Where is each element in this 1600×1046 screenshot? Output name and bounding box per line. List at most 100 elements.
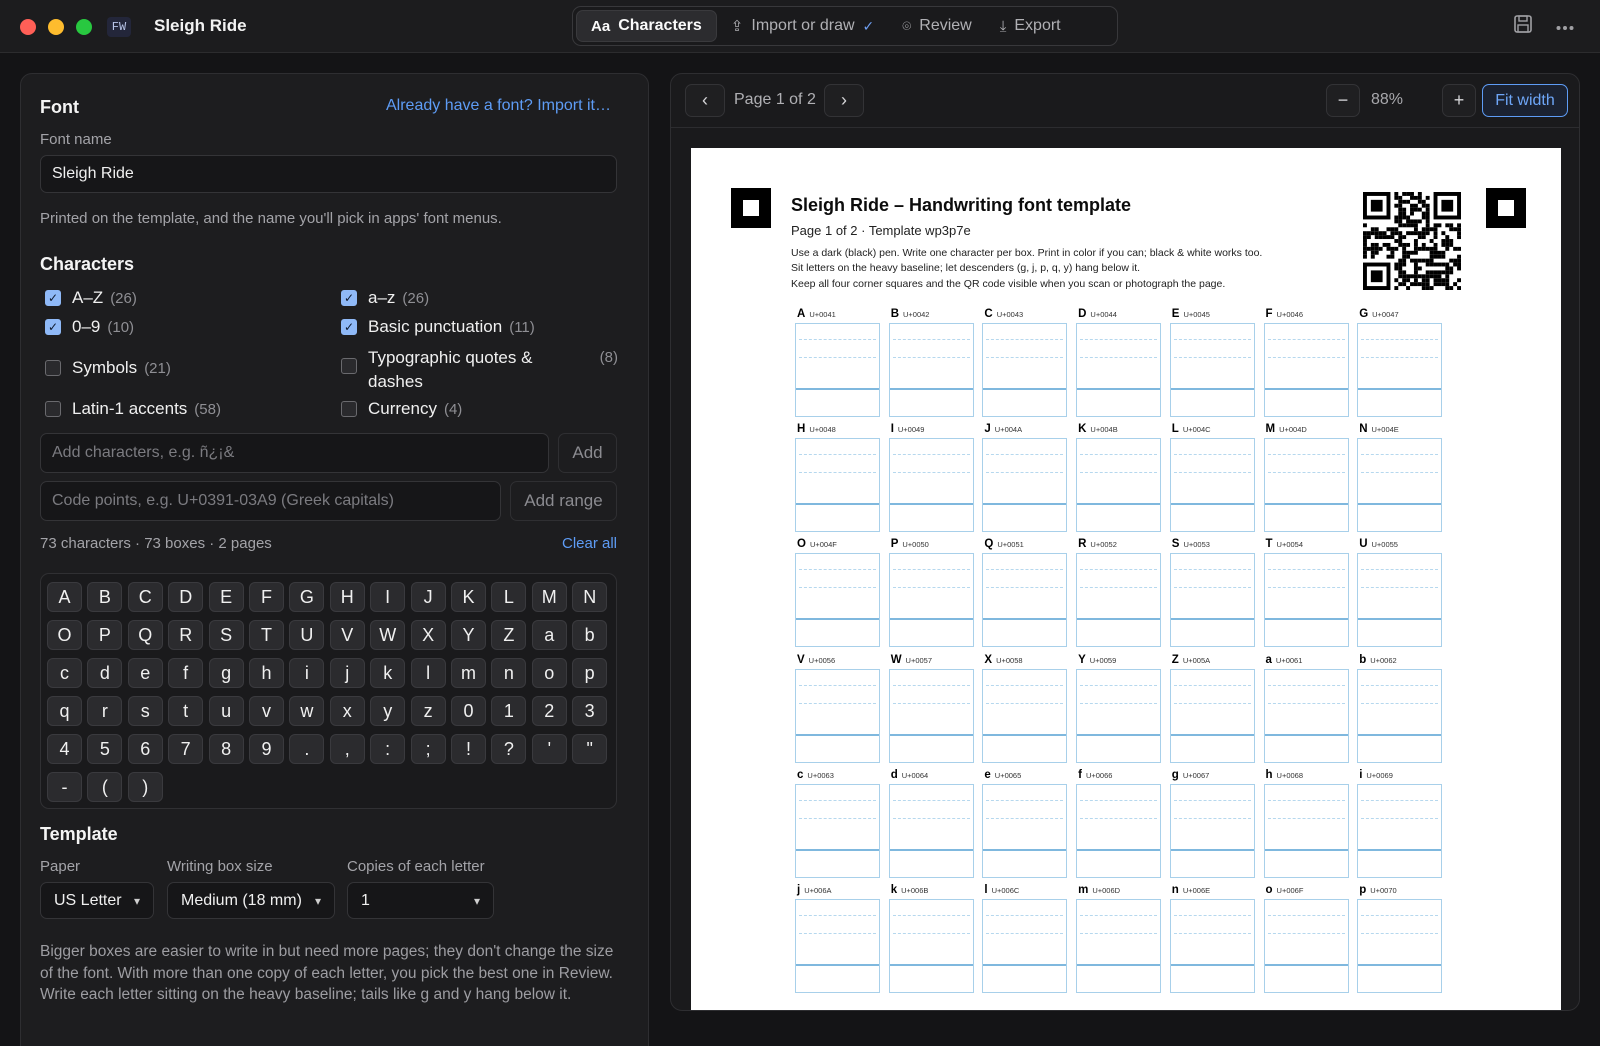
character-chip[interactable]: ; [410,734,446,764]
character-chip[interactable]: d [87,658,123,688]
set-currency-checkbox[interactable]: Currency (4) [341,399,462,419]
character-chip[interactable]: c [47,658,82,688]
set-basic-punctuation-checkbox[interactable]: ✓ Basic punctuation (11) [341,317,535,337]
zoom-in-button[interactable]: + [1442,84,1476,117]
set-latin1-accents-checkbox[interactable]: Latin-1 accents (58) [45,399,221,419]
close-window-button[interactable] [20,19,36,35]
character-chip[interactable]: G [289,582,325,612]
character-chip[interactable]: . [289,734,325,764]
zoom-window-button[interactable] [76,19,92,35]
character-chip[interactable]: l [410,658,446,688]
character-chip[interactable]: v [249,696,284,726]
character-chip[interactable]: t [168,696,204,726]
character-chip[interactable]: 7 [168,734,204,764]
character-chip[interactable]: 2 [531,696,567,726]
character-chip[interactable]: 0 [451,696,486,726]
set-digits-checkbox[interactable]: ✓ 0–9 (10) [45,317,134,337]
character-chip[interactable]: a [531,620,567,650]
character-chip[interactable]: P [87,620,123,650]
character-chip[interactable]: s [127,696,163,726]
character-chip[interactable]: 9 [249,734,284,764]
character-chip[interactable]: I [370,582,406,612]
character-chip[interactable]: O [47,620,82,650]
character-chip[interactable]: 3 [572,696,608,726]
character-chip[interactable]: x [329,696,365,726]
add-button[interactable]: Add [558,433,617,473]
character-chip[interactable]: : [370,734,406,764]
character-chip[interactable]: r [87,696,123,726]
save-icon[interactable] [1513,14,1533,40]
tab-export[interactable]: ⤓ Export [986,10,1075,42]
character-chip[interactable]: i [289,658,325,688]
character-chip[interactable]: , [329,734,365,764]
character-chip[interactable]: B [87,582,123,612]
character-chip[interactable]: o [531,658,567,688]
character-chip[interactable]: 5 [87,734,123,764]
character-chip[interactable]: V [329,620,365,650]
character-chip[interactable]: 6 [127,734,163,764]
set-uppercase-checkbox[interactable]: ✓ A–Z (26) [45,288,137,308]
character-chip[interactable]: X [410,620,446,650]
fit-width-button[interactable]: Fit width [1482,84,1568,117]
character-chip[interactable]: E [208,582,244,612]
character-chip[interactable]: f [168,658,204,688]
character-chip[interactable]: N [572,582,608,612]
character-chip[interactable]: n [491,658,527,688]
character-chip[interactable]: ( [87,772,123,802]
character-chip[interactable]: L [491,582,527,612]
character-chip[interactable]: ? [491,734,527,764]
character-chip[interactable]: 8 [208,734,244,764]
character-chip[interactable]: b [572,620,608,650]
character-chip[interactable]: U [289,620,325,650]
character-chip[interactable]: " [572,734,608,764]
character-chip[interactable]: g [208,658,244,688]
copies-select[interactable]: 1 ▾ [347,882,494,919]
tab-review[interactable]: ⌾ Review [888,10,985,42]
character-chip[interactable]: q [47,696,82,726]
tab-import-or-draw[interactable]: ⇪ Import or draw ✓ [717,10,888,42]
character-chip[interactable]: ' [531,734,567,764]
character-chip[interactable]: ! [451,734,486,764]
clear-all-link[interactable]: Clear all [562,535,617,552]
character-chip[interactable]: ) [127,772,163,802]
character-chip[interactable]: h [249,658,284,688]
character-chip[interactable]: - [47,772,82,802]
character-chip[interactable]: K [451,582,486,612]
character-chip[interactable]: z [410,696,446,726]
character-chip[interactable]: m [451,658,486,688]
character-chip[interactable]: w [289,696,325,726]
character-chip[interactable]: J [410,582,446,612]
character-chip[interactable]: T [249,620,284,650]
character-chip[interactable]: D [168,582,204,612]
character-chip[interactable]: k [370,658,406,688]
character-chip[interactable]: F [249,582,284,612]
character-chip[interactable]: j [329,658,365,688]
character-chip[interactable]: R [168,620,204,650]
more-options-icon[interactable] [1556,14,1574,37]
code-points-input[interactable]: Code points, e.g. U+0391-03A9 (Greek cap… [40,481,501,521]
character-chip[interactable]: Z [491,620,527,650]
previous-page-button[interactable]: ‹ [685,84,725,117]
minimize-window-button[interactable] [48,19,64,35]
add-characters-input[interactable]: Add characters, e.g. ñ¿¡& [40,433,549,473]
character-chip[interactable]: e [127,658,163,688]
character-chip[interactable]: 1 [491,696,527,726]
character-chip[interactable]: p [572,658,608,688]
font-name-field[interactable]: Sleigh Ride [40,155,617,193]
set-symbols-checkbox[interactable]: Symbols (21) [45,358,171,378]
character-chip[interactable]: S [208,620,244,650]
set-typographic-quotes-checkbox[interactable]: Typographic quotes & dashes (8) [341,346,618,394]
paper-select[interactable]: US Letter ▾ [40,882,154,919]
character-chip[interactable]: W [370,620,406,650]
import-font-link[interactable]: Already have a font? Import it… [386,97,611,115]
character-chip[interactable]: A [47,582,82,612]
character-chip[interactable]: M [531,582,567,612]
set-lowercase-checkbox[interactable]: ✓ a–z (26) [341,288,429,308]
add-range-button[interactable]: Add range [510,481,617,521]
character-chip[interactable]: y [370,696,406,726]
character-chip[interactable]: u [208,696,244,726]
box-size-select[interactable]: Medium (18 mm) ▾ [167,882,335,919]
character-chip[interactable]: Q [127,620,163,650]
next-page-button[interactable]: › [824,84,864,117]
character-chip[interactable]: C [127,582,163,612]
